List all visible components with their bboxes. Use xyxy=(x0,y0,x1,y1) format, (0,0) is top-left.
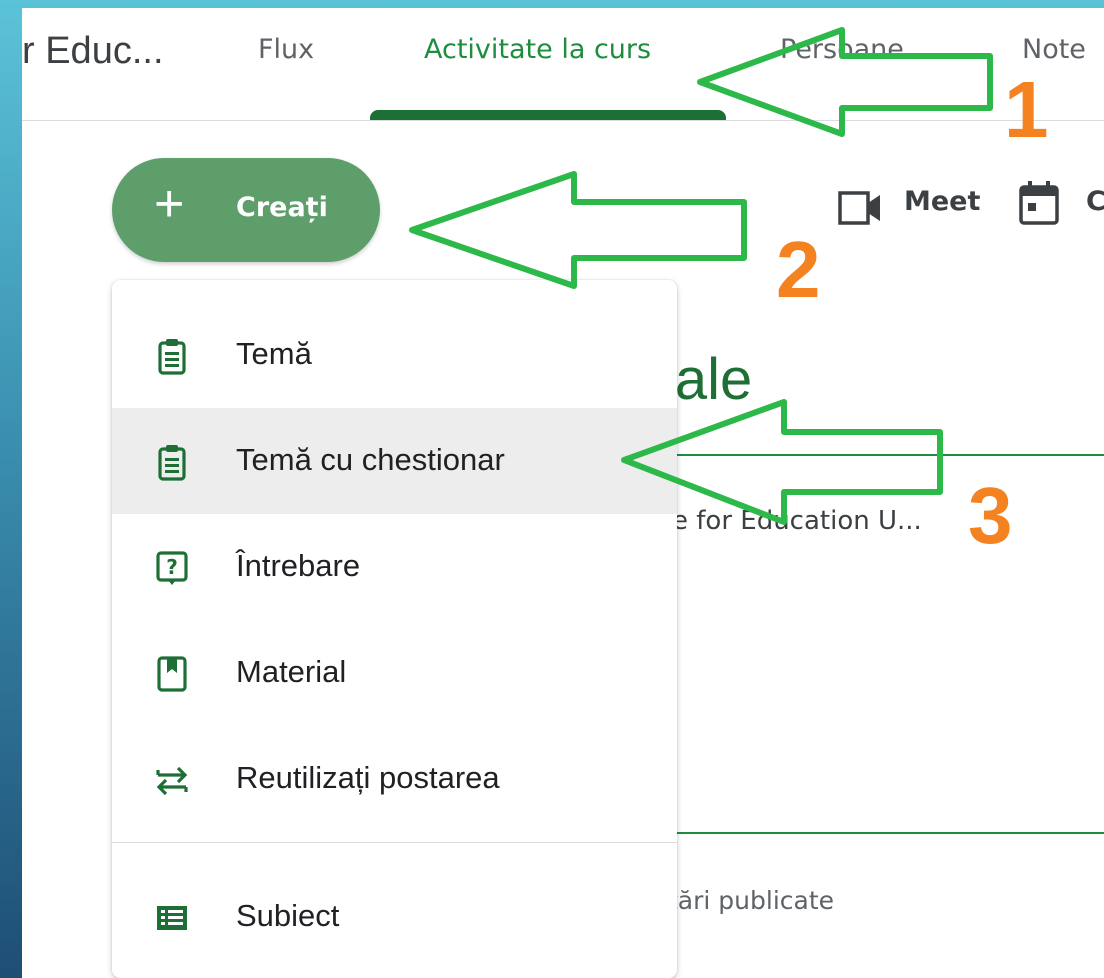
active-tab-indicator xyxy=(370,110,726,120)
svg-text:?: ? xyxy=(166,555,178,579)
menu-item-label: Material xyxy=(236,654,347,689)
tab-stream[interactable]: Flux xyxy=(258,34,314,65)
section-divider xyxy=(672,832,1104,834)
menu-item-question[interactable]: ? Întrebare xyxy=(112,514,677,620)
tab-grades[interactable]: Note xyxy=(1022,34,1086,65)
question-icon: ? xyxy=(156,551,188,585)
create-button[interactable]: + Creați xyxy=(112,158,380,262)
calendar-icon[interactable] xyxy=(1018,180,1060,226)
heading-divider xyxy=(672,454,1104,456)
menu-item-topic[interactable]: Subiect xyxy=(112,864,677,970)
tab-people[interactable]: Persoane xyxy=(780,34,904,65)
arrow-2 xyxy=(409,171,747,289)
drive-folder-link[interactable]: e for Education U... xyxy=(672,506,922,536)
topic-icon xyxy=(157,906,187,930)
menu-item-label: Reutilizați postarea xyxy=(236,760,500,795)
tab-classwork[interactable]: Activitate la curs xyxy=(424,34,651,65)
menu-item-label: Temă cu chestionar xyxy=(236,442,505,477)
meet-button[interactable]: Meet xyxy=(904,186,980,217)
menu-item-quiz-assignment[interactable]: Temă cu chestionar xyxy=(112,408,677,514)
menu-item-label: Temă xyxy=(236,336,312,371)
posts-status-text: tări publicate xyxy=(668,886,835,915)
menu-item-material[interactable]: Material xyxy=(112,620,677,726)
create-menu: Temă Temă cu chestionar ? Întrebare Mate… xyxy=(112,280,677,978)
video-camera-icon[interactable] xyxy=(838,190,884,226)
material-icon xyxy=(157,656,187,692)
menu-item-label: Subiect xyxy=(236,898,340,933)
step-number-3: 3 xyxy=(968,471,1013,560)
step-number-2: 2 xyxy=(776,225,821,314)
classroom-window: r Educ... Flux Activitate la curs Persoa… xyxy=(22,8,1104,978)
reuse-icon xyxy=(156,766,188,796)
class-title[interactable]: r Educ... xyxy=(22,30,164,73)
menu-item-label: Întrebare xyxy=(236,548,361,583)
menu-item-reuse-post[interactable]: Reutilizați postarea xyxy=(112,726,677,832)
assignment-icon xyxy=(158,339,186,375)
plus-icon: + xyxy=(154,175,185,233)
create-button-label: Creați xyxy=(236,192,328,223)
quiz-assignment-icon xyxy=(158,445,186,481)
calendar-button[interactable]: C xyxy=(1086,186,1104,217)
step-number-1: 1 xyxy=(1004,65,1049,154)
menu-divider xyxy=(112,842,677,843)
top-navigation: r Educ... Flux Activitate la curs Persoa… xyxy=(22,8,1104,121)
menu-item-assignment[interactable]: Temă xyxy=(112,302,677,408)
